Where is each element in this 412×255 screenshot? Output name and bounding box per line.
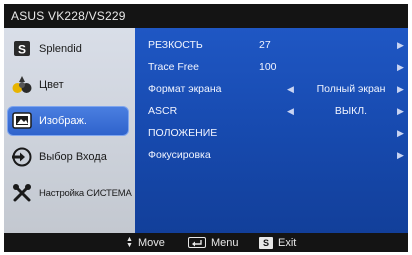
up-down-arrow-icon: ▲ ▼ <box>126 235 133 249</box>
enter-key-icon <box>188 237 206 248</box>
setting-row-focus[interactable]: Фокусировка ▶ <box>135 144 408 166</box>
svg-text:S: S <box>18 43 26 57</box>
setting-row-ascr[interactable]: ASCR ◀ ВЫКЛ. ▶ <box>135 100 408 122</box>
setting-row-position[interactable]: ПОЛОЖЕНИЕ ▶ <box>135 122 408 144</box>
move-label: Move <box>137 236 165 249</box>
setting-name: Формат экрана <box>148 83 222 95</box>
setting-row-sharpness[interactable]: РЕЗКОСТЬ 27 ▶ <box>135 34 408 56</box>
settings-panel: РЕЗКОСТЬ 27 ▶ Trace Free 100 ▶ Формат эк… <box>135 28 408 233</box>
sidebar: S Splendid Цвет Изображ. Выбор Входа Нас… <box>4 28 135 233</box>
color-palette-icon <box>12 76 32 93</box>
sidebar-item-color[interactable]: Цвет <box>4 68 135 102</box>
setting-row-trace-free[interactable]: Trace Free 100 ▶ <box>135 56 408 78</box>
sidebar-item-image[interactable]: Изображ. <box>4 104 135 138</box>
system-setup-icon <box>13 184 31 202</box>
image-icon <box>12 112 32 129</box>
move-hint[interactable]: ▲ ▼ Move <box>126 233 165 252</box>
key-hint-bar: ▲ ▼ Move Menu S Exit <box>4 233 408 252</box>
sidebar-item-label: Настройка СИСТЕМА <box>39 187 132 199</box>
exit-hint[interactable]: S Exit <box>259 233 296 252</box>
arrow-right-icon[interactable]: ▶ <box>397 78 404 100</box>
chevron-right-icon: ▶ <box>397 40 404 50</box>
sidebar-item-label: Splendid <box>39 43 82 55</box>
s-key-icon: S <box>259 236 273 249</box>
splendid-s-icon: S <box>14 41 30 57</box>
setting-name: ПОЛОЖЕНИЕ <box>148 127 218 139</box>
setting-name: ASCR <box>148 105 178 117</box>
setting-name: Фокусировка <box>148 149 211 161</box>
input-select-icon <box>12 147 32 167</box>
setting-name: Trace Free <box>148 61 199 73</box>
menu-label: Menu <box>211 236 239 249</box>
arrow-left-icon[interactable]: ◀ <box>287 100 294 122</box>
model-title: ASUS VK228/VS229 <box>4 4 408 28</box>
setting-row-aspect-control[interactable]: Формат экрана ◀ Полный экран ▶ <box>135 78 408 100</box>
menu-hint[interactable]: Menu <box>188 233 239 252</box>
arrow-left-icon[interactable]: ◀ <box>287 78 294 100</box>
chevron-right-icon: ▶ <box>397 62 404 72</box>
chevron-right-icon: ▶ <box>397 128 404 138</box>
arrow-right-icon[interactable]: ▶ <box>397 100 404 122</box>
setting-value: ВЫКЛ. <box>334 105 368 117</box>
sidebar-item-input-select[interactable]: Выбор Входа <box>4 140 135 174</box>
sidebar-item-splendid[interactable]: S Splendid <box>4 32 135 66</box>
sidebar-item-label: Изображ. <box>39 115 87 127</box>
sidebar-item-system-setup[interactable]: Настройка СИСТЕМА <box>4 176 135 210</box>
osd-menu: ASUS VK228/VS229 S Splendid Цвет Изображ… <box>4 4 408 252</box>
setting-value: 27 <box>259 39 271 51</box>
exit-label: Exit <box>278 236 297 249</box>
setting-name: РЕЗКОСТЬ <box>148 39 203 51</box>
setting-value: Полный экран <box>316 83 386 95</box>
sidebar-item-label: Цвет <box>39 79 64 91</box>
setting-value: 100 <box>259 61 277 73</box>
sidebar-item-label: Выбор Входа <box>39 151 107 163</box>
chevron-right-icon: ▶ <box>397 150 404 160</box>
